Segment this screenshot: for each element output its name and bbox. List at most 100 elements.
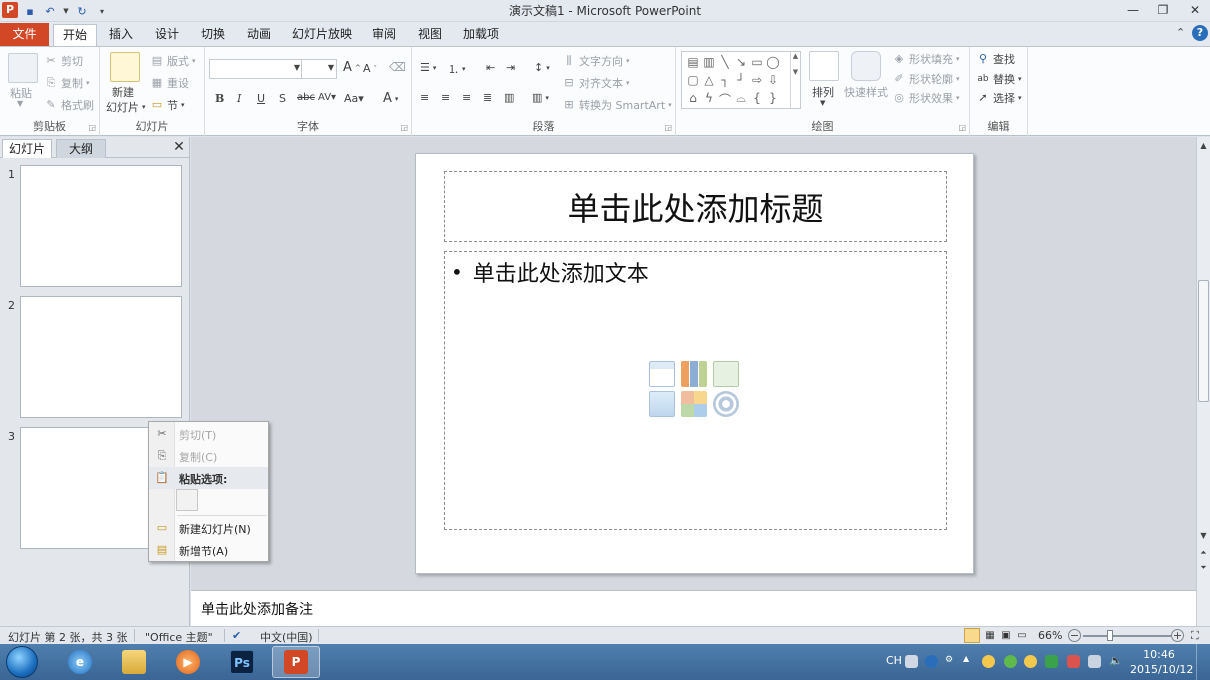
zoom-slider[interactable] [1083,635,1171,637]
taskbar-photoshop[interactable]: Ps [218,646,266,678]
arrange-dropdown-icon[interactable]: ▼ [820,99,825,107]
font-size-box[interactable]: ▼ [301,59,337,79]
minimize-button[interactable]: — [1118,0,1148,22]
down-arrow-shape-icon[interactable]: ⇩ [766,73,780,91]
line-shape-icon[interactable]: ╲ [718,55,732,73]
keyboard-icon[interactable] [905,655,918,668]
shape-outline-button[interactable]: ✐ 形状轮廓 ▾ [892,71,959,87]
line-spacing-icon[interactable]: ↕ ▾ [534,61,550,74]
find-button[interactable]: ⚲ 查找 [976,51,1015,67]
clock[interactable]: 10:46 2015/10/12 [1130,647,1193,677]
quick-styles-button[interactable]: 快速样式 [844,84,888,100]
elbow-arrow-shape-icon[interactable]: ┘ [734,73,748,91]
replace-button[interactable]: ab 替换 ▾ [976,71,1021,87]
scroll-up-icon[interactable]: ▲ [1197,141,1210,150]
clear-formatting-icon[interactable]: ⌫ [389,60,406,74]
align-center-icon[interactable]: ≡ [441,91,450,104]
cut-button[interactable]: ✂ 剪切 [44,53,83,69]
tab-transitions[interactable]: 切换 [193,24,233,46]
shield-icon[interactable] [1045,655,1058,668]
insert-picture-icon[interactable] [649,391,675,417]
elbow-connector-shape-icon[interactable]: ┐ [718,73,732,91]
grow-font-icon[interactable]: A ^ [343,60,361,75]
restore-button[interactable]: ❐ [1148,0,1178,22]
tab-review[interactable]: 审阅 [364,24,404,46]
previous-slide-icon[interactable]: ⏶ [1197,548,1210,558]
rectangle-shape-icon[interactable]: ▭ [750,55,764,73]
minimize-ribbon-icon[interactable]: ⌃ [1176,26,1185,39]
next-slide-icon[interactable]: ⏷ [1197,563,1210,573]
arrange-button[interactable]: 排列 [812,84,834,100]
tab-outline-pane[interactable]: 大纲 [56,139,106,158]
drawing-launcher-icon[interactable]: ◲ [958,123,966,132]
rounded-rect-shape-icon[interactable]: ▢ [686,73,700,91]
slide-sorter-view-icon[interactable]: ▦ [982,628,998,643]
slide-thumbnail-1[interactable] [20,165,182,287]
menu-item-cut[interactable]: ✂ 剪切(T) [149,423,268,445]
arc-shape-icon[interactable]: ⌓ [734,91,748,109]
new-slide-icon[interactable] [110,52,140,82]
show-hidden-icons[interactable]: ▲ [963,654,969,663]
font-launcher-icon[interactable]: ◲ [400,123,408,132]
spell-check-icon[interactable]: ✔ [232,629,241,642]
lightning-shape-icon[interactable]: ϟ [702,91,716,109]
taskbar-ie[interactable]: e [56,646,104,678]
title-placeholder[interactable]: 单击此处添加标题 [444,171,947,242]
scroll-thumb[interactable] [1198,280,1209,402]
security-plus-icon[interactable] [1004,655,1017,668]
oval-shape-icon[interactable]: ◯ [766,55,780,73]
slide-show-view-icon[interactable]: ▭ [1014,628,1030,643]
decrease-indent-icon[interactable]: ⇤ [486,61,495,74]
zoom-in-icon[interactable]: + [1171,629,1184,642]
insert-clip-art-icon[interactable] [681,391,707,417]
show-desktop-button[interactable] [1196,644,1210,680]
columns-icon[interactable]: ▥ ▾ [532,91,549,104]
tab-home[interactable]: 开始 [53,24,97,46]
align-left-icon[interactable]: ≡ [420,91,429,104]
fit-to-window-icon[interactable]: ⛶ [1191,629,1199,643]
network-icon[interactable] [1088,655,1101,668]
arrange-icon[interactable] [809,51,839,81]
layout-button[interactable]: ▤ 版式 ▾ [150,53,196,69]
textbox-shape-icon[interactable]: ▤ [686,55,700,73]
quick-styles-icon[interactable] [851,51,881,81]
menu-item-copy[interactable]: ⎘ 复制(C) [149,445,268,467]
language-status[interactable]: 中文(中国) [260,629,313,645]
section-button[interactable]: ▭ 节 ▾ [150,97,185,113]
text-direction-button[interactable]: ⫼ 文字方向 ▾ [562,53,629,69]
notes-placeholder[interactable]: 单击此处添加备注 [201,599,313,619]
paste-dropdown-icon[interactable]: ▼ [17,99,23,108]
insert-smartart-icon[interactable] [713,361,739,387]
copy-button[interactable]: ⎘ 复制 ▾ [44,75,90,91]
shadow-icon[interactable]: S [279,92,286,105]
select-button[interactable]: ➚ 选择 ▾ [976,90,1021,106]
insert-media-icon[interactable] [713,391,739,417]
zoom-slider-handle[interactable] [1107,630,1113,641]
input-language[interactable]: CH [886,654,902,667]
content-placeholder[interactable]: • 单击此处添加文本 [444,251,947,530]
curve-shape-icon[interactable]: ⌒ [718,91,732,109]
justify-icon[interactable]: ≣ [483,91,492,104]
underline-icon[interactable]: U [257,92,265,105]
format-painter-button[interactable]: ✎ 格式刷 [44,97,94,113]
zoom-out-icon[interactable]: − [1068,629,1081,642]
shape-effects-button[interactable]: ◎ 形状效果 ▾ [892,90,959,106]
qq-icon[interactable] [982,655,995,668]
increase-indent-icon[interactable]: ⇥ [506,61,515,74]
paragraph-launcher-icon[interactable]: ◲ [664,123,672,132]
paste-icon[interactable] [8,53,38,83]
menu-item-new-slide[interactable]: ▭ 新建幻灯片(N) [149,517,268,539]
insert-chart-icon[interactable] [681,361,707,387]
reading-view-icon[interactable]: ▣ [998,628,1014,643]
taskbar-explorer[interactable] [110,646,158,678]
tab-insert[interactable]: 插入 [101,24,141,46]
ime-settings-icon[interactable]: ⚙ [945,655,958,668]
right-brace-shape-icon[interactable]: } [766,91,780,109]
font-color-icon[interactable]: A ▾ [383,91,398,106]
tab-design[interactable]: 设计 [147,24,187,46]
qq-icon-2[interactable] [1024,655,1037,668]
normal-view-button[interactable] [964,628,980,643]
align-text-button[interactable]: ⊟ 对齐文本 ▾ [562,75,629,91]
antivirus-icon[interactable] [1067,655,1080,668]
shape-fill-button[interactable]: ◈ 形状填充 ▾ [892,51,960,67]
